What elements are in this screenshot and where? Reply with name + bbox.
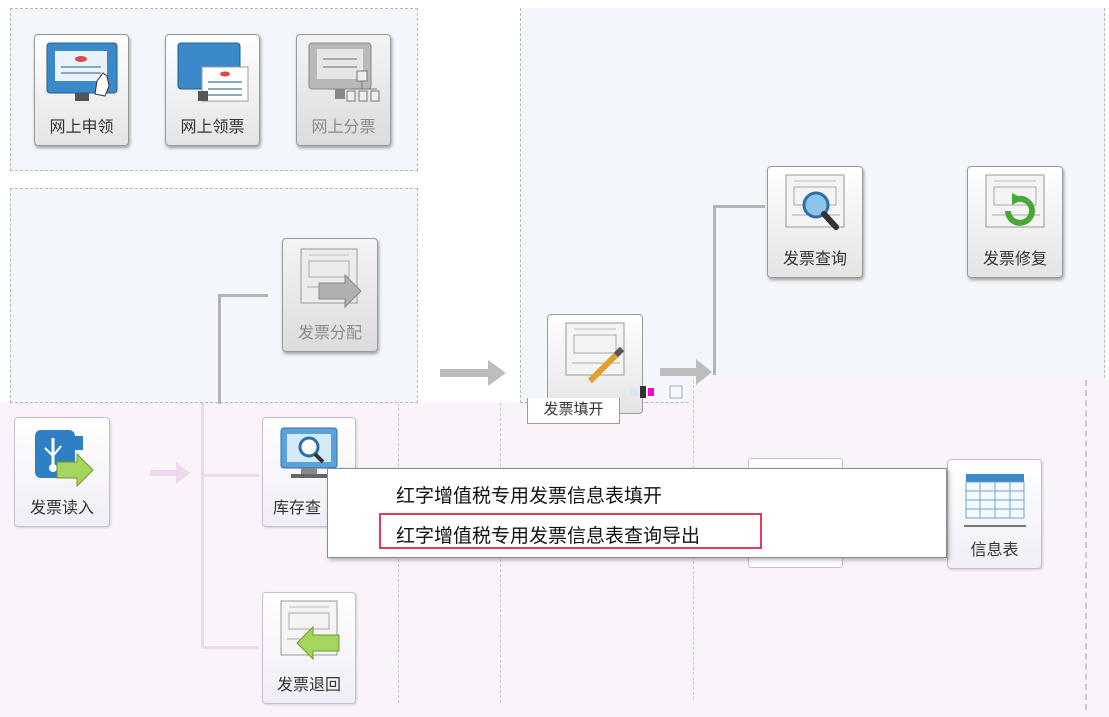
invoice-return-button[interactable]: 发票退回 <box>262 592 356 704</box>
lower-pink-region <box>0 403 1109 717</box>
invoice-query-label: 发票查询 <box>782 249 847 268</box>
connector-line <box>713 205 765 208</box>
invoice-allocate-button[interactable]: 发票分配 <box>282 238 378 352</box>
connector-line <box>713 205 716 375</box>
invoice-read-label: 发票读入 <box>29 498 94 517</box>
invoice-arrow-icon <box>300 248 362 309</box>
invoice-repair-button[interactable]: 发票修复 <box>967 166 1063 278</box>
connector-line <box>201 646 259 649</box>
invoice-repair-label: 发票修复 <box>982 249 1047 268</box>
arrow-right-icon <box>150 462 190 484</box>
monitor-network-icon <box>308 42 380 102</box>
online-receive-label: 网上领票 <box>180 117 245 136</box>
connector-line <box>218 294 268 297</box>
invoice-return-icon <box>280 600 340 661</box>
invoice-read-button[interactable]: 发票读入 <box>14 417 110 527</box>
menu-item-red-info-fill[interactable]: 红字增值税专用发票信息表填开 <box>396 481 662 508</box>
online-apply-button[interactable]: 网上申领 <box>34 34 129 146</box>
invoice-query-button[interactable]: 发票查询 <box>767 166 863 278</box>
usb-import-icon <box>35 430 94 488</box>
connector-line <box>201 403 204 648</box>
lower-pink-region-right <box>690 380 1109 410</box>
online-distribute-label: 网上分票 <box>311 117 376 136</box>
invoice-search-icon <box>785 174 845 230</box>
invoice-pencil-icon <box>565 322 625 384</box>
arrow-right-icon <box>660 359 712 385</box>
invoice-allocate-label: 发票分配 <box>297 323 362 342</box>
invoice-return-label: 发票退回 <box>276 675 341 694</box>
online-receive-button[interactable]: 网上领票 <box>165 34 260 146</box>
online-distribute-button[interactable]: 网上分票 <box>296 34 391 146</box>
connector-line <box>218 294 221 404</box>
highlight-box <box>379 513 762 549</box>
info-table-label: 信息表 <box>970 540 1019 559</box>
render-artifact <box>630 385 683 399</box>
arrow-right-icon <box>440 360 506 386</box>
connector-line <box>201 474 259 477</box>
divider <box>1085 380 1087 710</box>
monitor-hand-icon <box>46 42 118 101</box>
invoice-fill-tab[interactable]: 发票填开 <box>527 398 620 424</box>
online-apply-label: 网上申领 <box>49 117 114 136</box>
table-grid-icon <box>964 474 1026 527</box>
monitor-invoice-icon <box>177 42 249 102</box>
info-table-button[interactable]: 信息表 <box>947 459 1042 569</box>
invoice-refresh-icon <box>985 174 1045 228</box>
